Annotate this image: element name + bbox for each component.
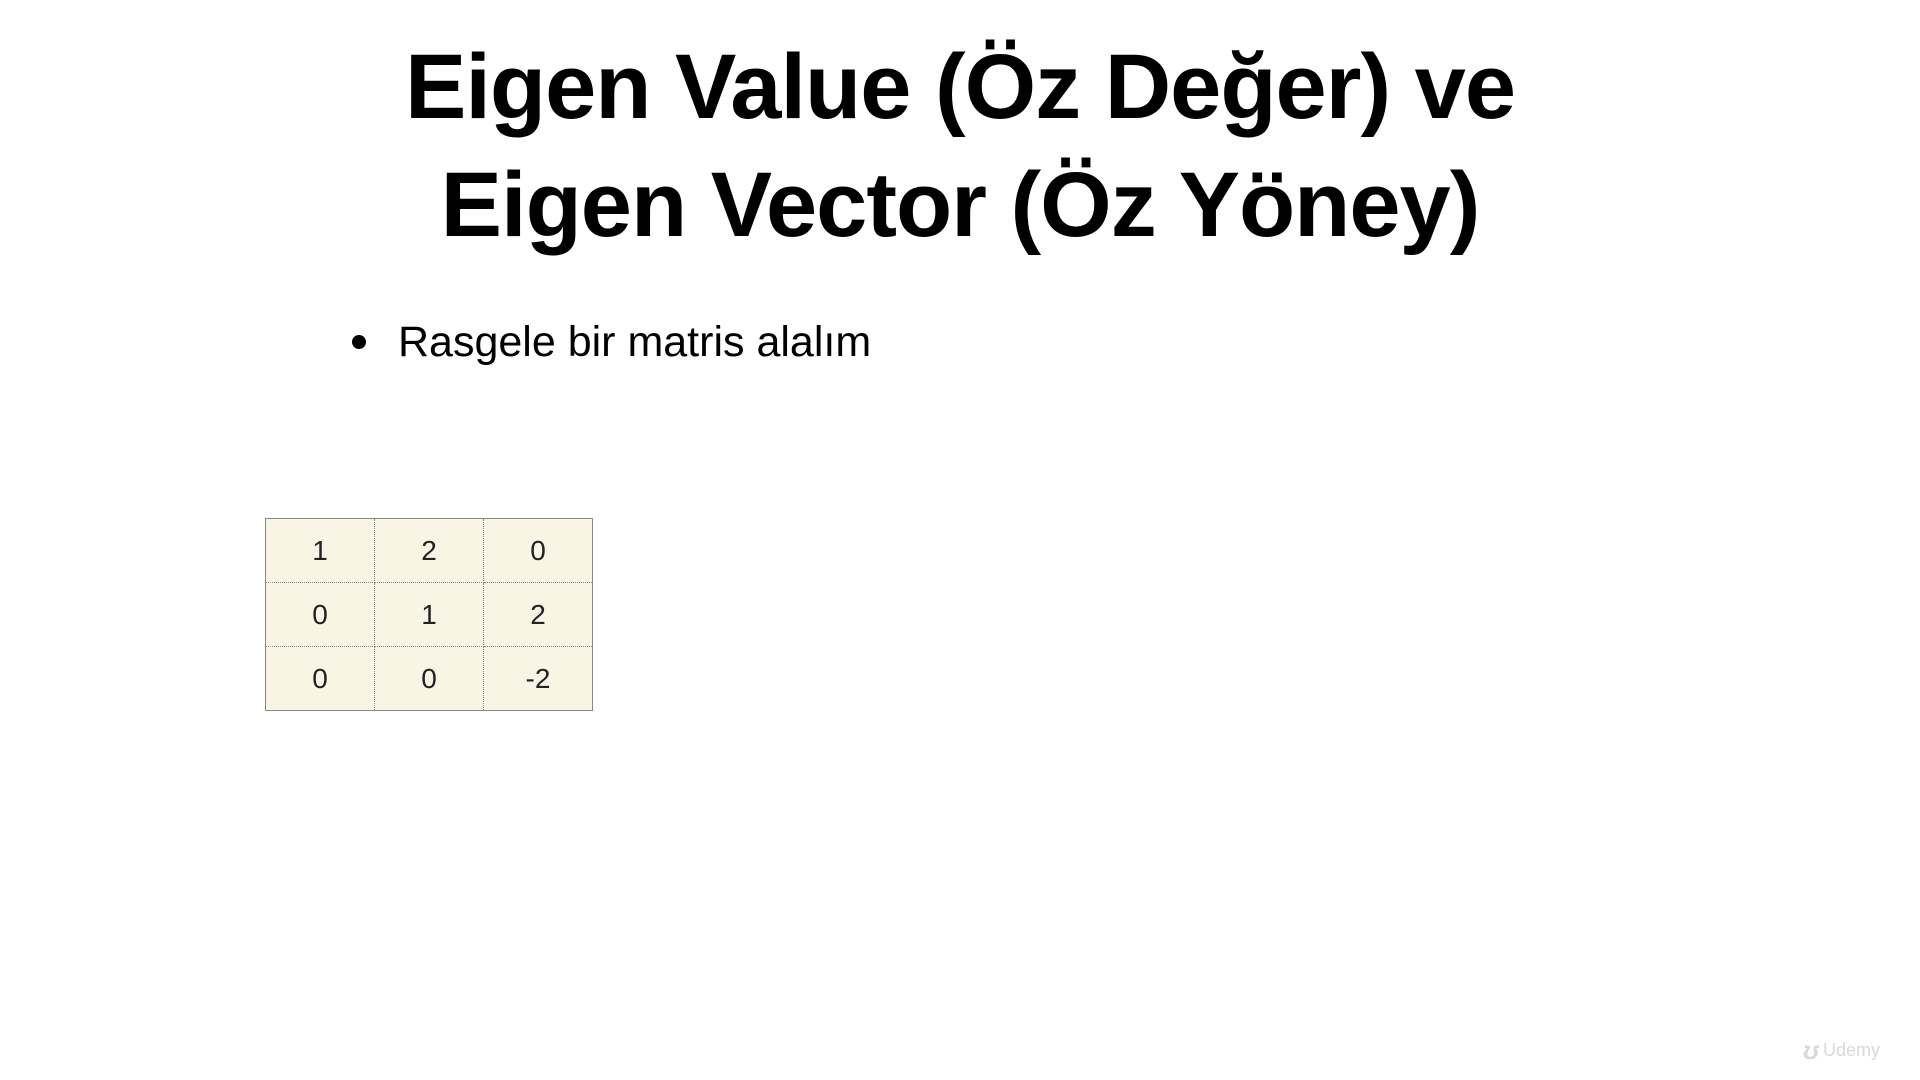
slide-title: Eigen Value (Öz Değer) ve Eigen Vector (… [0, 28, 1920, 264]
matrix-cell: 0 [265, 646, 375, 711]
matrix-table: 1 2 0 0 1 2 0 0 -2 [265, 518, 593, 711]
matrix-cell: 2 [374, 518, 484, 583]
matrix-cell: 0 [265, 582, 375, 647]
slide: Eigen Value (Öz Değer) ve Eigen Vector (… [0, 0, 1920, 1080]
title-line: Eigen Value (Öz Değer) ve [404, 36, 1516, 138]
watermark-text: Udemy [1822, 1040, 1880, 1060]
udemy-watermark: ʊ Udemy [1803, 1035, 1880, 1066]
matrix-cell: 1 [265, 518, 375, 583]
matrix-row: 0 1 2 [265, 582, 593, 647]
bullet-text: Rasgele bir matris alalım [398, 318, 872, 366]
udemy-logo-icon: ʊ [1802, 1035, 1819, 1065]
matrix-cell: 0 [374, 646, 484, 711]
bullet-icon [352, 335, 366, 349]
bullet-list: Rasgele bir matris alalım [352, 312, 871, 372]
matrix-cell: -2 [483, 646, 593, 711]
matrix-row: 0 0 -2 [265, 646, 593, 711]
bullet-item: Rasgele bir matris alalım [352, 312, 871, 372]
matrix-cell: 0 [483, 518, 593, 583]
title-line: Eigen Vector (Öz Yöney) [440, 154, 1481, 256]
matrix-cell: 2 [483, 582, 593, 647]
matrix-row: 1 2 0 [265, 518, 593, 583]
matrix-cell: 1 [374, 582, 484, 647]
